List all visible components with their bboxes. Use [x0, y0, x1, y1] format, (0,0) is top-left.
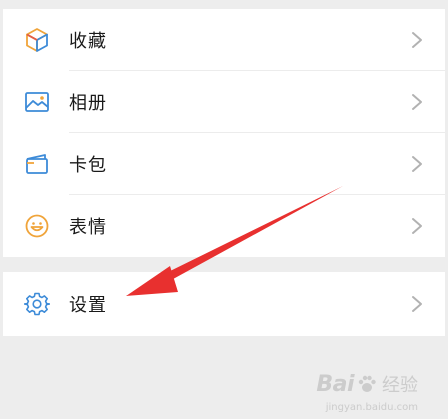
gear-icon [24, 291, 50, 317]
chevron-right-icon [412, 32, 422, 48]
favorites-label: 收藏 [69, 31, 107, 52]
menu-row-favorites[interactable]: 收藏 [3, 9, 445, 71]
album-label: 相册 [69, 93, 107, 114]
menu-row-settings[interactable]: 设置 [3, 272, 445, 336]
paw-icon [358, 375, 376, 392]
smiley-face-icon [24, 213, 50, 239]
card-wallet-label: 卡包 [69, 155, 107, 176]
menu-group-settings: 设置 [3, 272, 445, 336]
chevron-right-icon [412, 156, 422, 172]
chevron-right-icon [412, 296, 422, 312]
chevron-right-icon [412, 218, 422, 234]
group-spacer [0, 257, 448, 272]
settings-label: 设置 [69, 295, 107, 316]
menu-row-album[interactable]: 相册 [3, 71, 445, 133]
chevron-right-icon [412, 94, 422, 110]
menu-row-stickers[interactable]: 表情 [3, 195, 445, 257]
top-spacer [0, 0, 448, 9]
watermark-suffix: 经验 [382, 375, 418, 396]
stickers-label: 表情 [69, 217, 107, 238]
watermark-brand: Bai [316, 371, 354, 397]
favorites-cube-icon [24, 27, 50, 53]
watermark-url: jingyan.baidu.com [325, 402, 418, 413]
card-wallet-icon [24, 151, 50, 177]
menu-row-card-wallet[interactable]: 卡包 [3, 133, 445, 195]
menu-group-main: 收藏 相册 卡包 表情 [3, 9, 445, 257]
baidu-watermark: Bai du 经验 [316, 371, 418, 397]
album-image-icon [24, 89, 50, 115]
